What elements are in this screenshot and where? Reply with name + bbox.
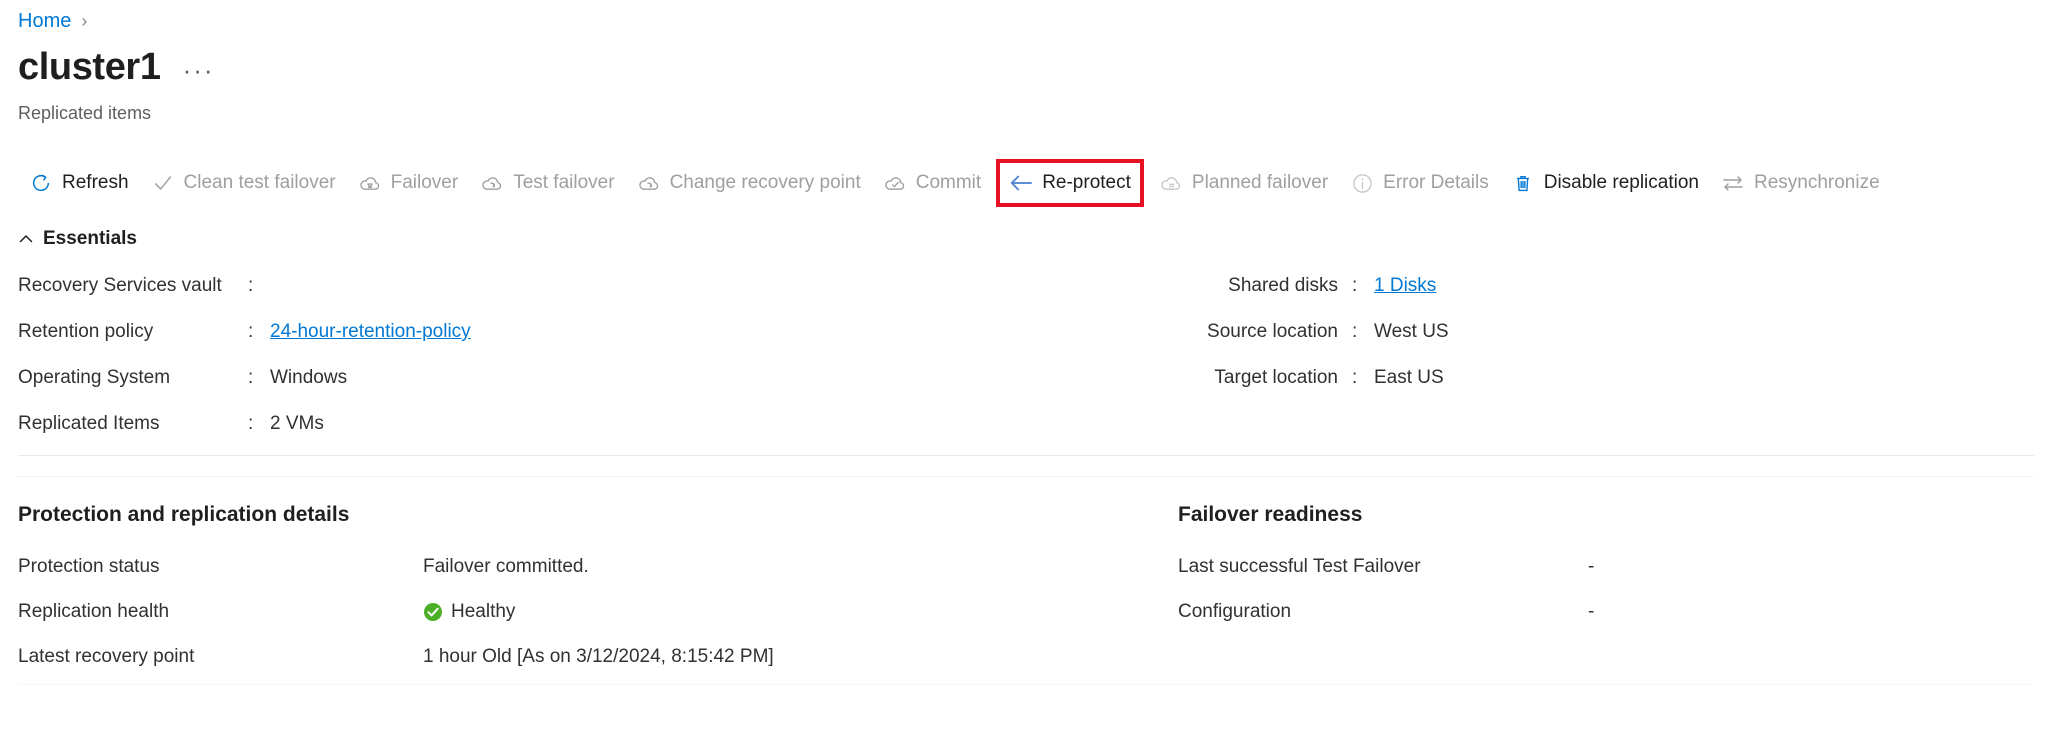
command-refresh-label: Refresh bbox=[62, 172, 129, 193]
cloud-planned-icon bbox=[1159, 171, 1183, 195]
retention-policy-link[interactable]: 24-hour-retention-policy bbox=[270, 321, 471, 343]
essentials-row-target-location: Target location : East US bbox=[1178, 367, 1878, 413]
command-commit[interactable]: Commit bbox=[872, 162, 992, 204]
cloud-commit-icon bbox=[883, 171, 907, 195]
protection-details-heading: Protection and replication details bbox=[18, 503, 350, 526]
command-failover-label: Failover bbox=[390, 172, 459, 193]
healthy-check-icon bbox=[423, 602, 443, 622]
failover-readiness-heading: Failover readiness bbox=[1178, 503, 1363, 526]
replication-health-status: Healthy bbox=[451, 600, 516, 622]
shared-disks-link[interactable]: 1 Disks bbox=[1374, 275, 1436, 297]
trash-icon bbox=[1511, 171, 1535, 195]
command-re-protect[interactable]: Re-protect bbox=[996, 159, 1144, 207]
page-title: cluster1 bbox=[18, 46, 161, 88]
command-test-failover[interactable]: Test failover bbox=[469, 162, 625, 204]
detail-row-replication-health: Replication health Healthy bbox=[18, 589, 1178, 634]
more-options-ellipsis-button[interactable]: ··· bbox=[183, 57, 215, 89]
essentials-value: West US bbox=[1374, 321, 1449, 342]
essentials-colon: : bbox=[1352, 275, 1358, 296]
chevron-up-icon bbox=[18, 231, 34, 247]
detail-value-wrap: Healthy bbox=[423, 601, 515, 623]
failover-readiness-section: Failover readiness Last successful Test … bbox=[1178, 502, 1878, 679]
essentials-label: Target location bbox=[1214, 367, 1338, 388]
cloud-failover-icon bbox=[358, 171, 382, 195]
command-re-protect-label: Re-protect bbox=[1042, 172, 1131, 193]
essentials-value: East US bbox=[1374, 367, 1444, 388]
essentials-title: Essentials bbox=[43, 228, 137, 249]
essentials-toggle[interactable]: Essentials bbox=[18, 228, 137, 250]
detail-row-last-successful-test-failover: Last successful Test Failover - bbox=[1178, 544, 1878, 589]
checkmark-icon bbox=[151, 171, 175, 195]
protection-details-section: Protection and replication details Prote… bbox=[18, 502, 1178, 679]
page-subtitle: Replicated items bbox=[18, 103, 152, 123]
essentials-label: Shared disks bbox=[1228, 275, 1338, 296]
detail-row-configuration: Configuration - bbox=[1178, 589, 1878, 634]
essentials-value: 2 VMs bbox=[270, 413, 324, 434]
essentials-row-recovery-services-vault: Recovery Services vault : bbox=[18, 275, 1178, 321]
detail-label: Last successful Test Failover bbox=[1178, 555, 1421, 577]
resync-arrows-icon bbox=[1721, 171, 1745, 195]
command-clean-test-failover-label: Clean test failover bbox=[183, 172, 336, 193]
command-resynchronize-label: Resynchronize bbox=[1753, 172, 1880, 193]
breadcrumb: Home › bbox=[18, 8, 87, 34]
essentials-row-source-location: Source location : West US bbox=[1178, 321, 1878, 367]
essentials-label: Recovery Services vault bbox=[18, 275, 222, 296]
detail-row-latest-recovery-point: Latest recovery point 1 hour Old [As on … bbox=[18, 634, 1178, 679]
cloud-test-failover-icon bbox=[480, 171, 504, 195]
breadcrumb-home-link[interactable]: Home bbox=[18, 8, 71, 34]
detail-row-protection-status: Protection status Failover committed. bbox=[18, 544, 1178, 589]
essentials-grid: Recovery Services vault : Retention poli… bbox=[18, 275, 2034, 459]
detail-label: Configuration bbox=[1178, 600, 1292, 622]
command-change-recovery-point-label: Change recovery point bbox=[669, 172, 861, 193]
command-disable-replication-label: Disable replication bbox=[1543, 172, 1699, 193]
refresh-icon bbox=[29, 171, 53, 195]
section-divider-secondary bbox=[18, 476, 2034, 477]
command-commit-label: Commit bbox=[915, 172, 982, 193]
essentials-row-replicated-items: Replicated Items : 2 VMs bbox=[18, 413, 1178, 459]
detail-label: Latest recovery point bbox=[18, 645, 195, 667]
essentials-row-shared-disks: Shared disks : 1 Disks bbox=[1178, 275, 1878, 321]
essentials-colon: : bbox=[1352, 367, 1358, 388]
essentials-right-column: Shared disks : 1 Disks Source location :… bbox=[1178, 275, 1878, 459]
command-resynchronize[interactable]: Resynchronize bbox=[1710, 162, 1891, 204]
essentials-colon: : bbox=[248, 367, 254, 388]
section-divider-top bbox=[18, 455, 2034, 456]
cloud-recovery-point-icon bbox=[637, 171, 661, 195]
essentials-row-operating-system: Operating System : Windows bbox=[18, 367, 1178, 413]
detail-value: 1 hour Old [As on 3/12/2024, 8:15:42 PM] bbox=[423, 645, 774, 667]
essentials-value: Windows bbox=[270, 367, 348, 388]
command-disable-replication[interactable]: Disable replication bbox=[1500, 162, 1710, 204]
detail-label: Protection status bbox=[18, 555, 160, 577]
command-planned-failover-label: Planned failover bbox=[1191, 172, 1329, 193]
essentials-label: Retention policy bbox=[18, 321, 154, 342]
command-clean-test-failover[interactable]: Clean test failover bbox=[140, 162, 347, 204]
essentials-colon: : bbox=[248, 413, 254, 434]
command-error-details-label: Error Details bbox=[1383, 172, 1489, 193]
essentials-row-retention-policy: Retention policy : 24-hour-retention-pol… bbox=[18, 321, 1178, 367]
command-failover[interactable]: Failover bbox=[347, 162, 470, 204]
command-bar: Refresh Clean test failover Failover Tes… bbox=[18, 159, 1891, 207]
detail-value: - bbox=[1588, 600, 1595, 622]
info-circle-icon bbox=[1350, 171, 1374, 195]
page-title-row: cluster1 ··· bbox=[18, 45, 215, 89]
section-divider-bottom bbox=[18, 684, 2034, 685]
detail-value: Failover committed. bbox=[423, 555, 589, 577]
command-test-failover-label: Test failover bbox=[513, 172, 615, 193]
detail-value: - bbox=[1588, 555, 1595, 577]
detail-label: Replication health bbox=[18, 600, 170, 622]
essentials-colon: : bbox=[248, 321, 254, 342]
essentials-label: Source location bbox=[1207, 321, 1338, 342]
essentials-colon: : bbox=[1352, 321, 1358, 342]
details-wrap: Protection and replication details Prote… bbox=[18, 502, 2034, 679]
command-planned-failover[interactable]: Planned failover bbox=[1148, 162, 1339, 204]
command-error-details[interactable]: Error Details bbox=[1339, 162, 1500, 204]
command-change-recovery-point[interactable]: Change recovery point bbox=[626, 162, 872, 204]
arrow-left-icon bbox=[1009, 171, 1033, 195]
chevron-right-icon: › bbox=[81, 11, 88, 31]
command-refresh[interactable]: Refresh bbox=[18, 162, 140, 204]
essentials-label: Operating System bbox=[18, 367, 171, 388]
essentials-left-column: Recovery Services vault : Retention poli… bbox=[18, 275, 1178, 459]
essentials-label: Replicated Items bbox=[18, 413, 160, 434]
essentials-colon: : bbox=[248, 275, 254, 296]
